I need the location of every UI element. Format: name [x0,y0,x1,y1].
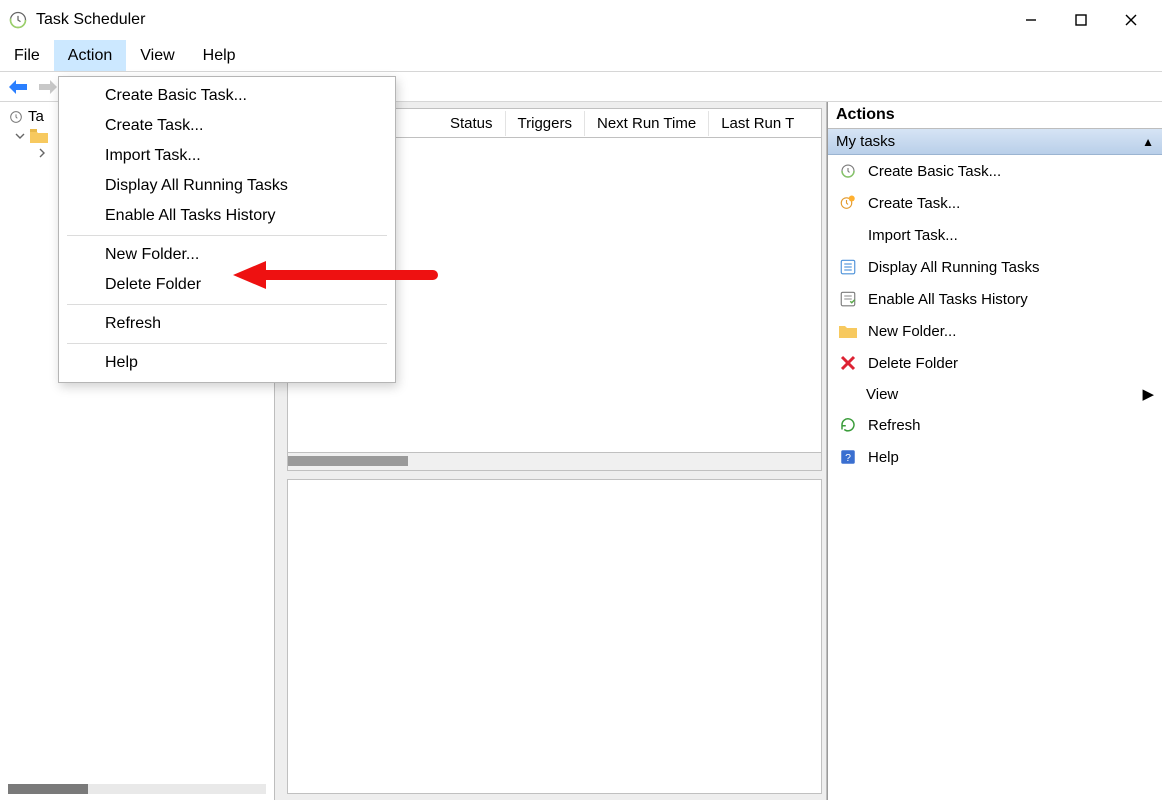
action-view-submenu[interactable]: View ▶ [828,379,1162,409]
list-icon [838,257,858,277]
menu-help[interactable]: Help [189,40,250,71]
menu-separator [67,304,387,305]
action-label: Create Task... [868,195,960,212]
menu-refresh[interactable]: Refresh [59,309,395,339]
close-button[interactable] [1108,4,1154,36]
col-triggers[interactable]: Triggers [506,111,585,136]
chevron-right-icon: ▶ [1142,385,1154,403]
folder-new-icon [838,321,858,341]
action-dropdown-menu: Create Basic Task... Create Task... Impo… [58,76,396,383]
actions-group-header[interactable]: My tasks ▲ [828,129,1162,155]
table-horizontal-scrollbar[interactable] [287,453,822,471]
list-check-icon [838,289,858,309]
action-label: Create Basic Task... [868,163,1001,180]
menu-help[interactable]: Help [59,348,395,378]
clock-plus-icon [838,193,858,213]
action-help[interactable]: ? Help [828,441,1162,473]
chevron-down-icon [14,130,26,142]
folder-icon [30,129,48,143]
menu-action[interactable]: Action [54,40,126,71]
app-clock-icon [8,10,28,30]
clock-icon [838,161,858,181]
actions-group-label: My tasks [836,133,895,150]
tree-root-label: Ta [28,108,44,125]
col-next-run[interactable]: Next Run Time [585,111,709,136]
chevron-right-icon [36,147,48,159]
toolbar-forward-button[interactable] [36,75,60,99]
action-refresh[interactable]: Refresh [828,409,1162,441]
minimize-button[interactable] [1008,4,1054,36]
help-icon: ? [838,447,858,467]
menu-enable-history[interactable]: Enable All Tasks History [59,201,395,231]
action-create-task[interactable]: Create Task... [828,187,1162,219]
blank-icon [838,225,858,245]
actions-panel: Actions My tasks ▲ Create Basic Task... … [827,102,1162,800]
menu-import-task[interactable]: Import Task... [59,141,395,171]
menu-view[interactable]: View [126,40,188,71]
action-label: Delete Folder [868,355,958,372]
menu-create-basic-task[interactable]: Create Basic Task... [59,81,395,111]
action-create-basic-task[interactable]: Create Basic Task... [828,155,1162,187]
tree-root-clock-icon [8,109,24,125]
menu-separator [67,343,387,344]
menu-bar: File Action View Help [0,40,1162,72]
action-label: Display All Running Tasks [868,259,1039,276]
delete-icon [838,353,858,373]
actions-pane-title: Actions [828,102,1162,129]
menu-separator [67,235,387,236]
action-delete-folder[interactable]: Delete Folder [828,347,1162,379]
menu-file[interactable]: File [0,40,54,71]
action-label: Enable All Tasks History [868,291,1028,308]
action-label: Refresh [868,417,921,434]
action-label: View [838,386,1132,403]
menu-create-task[interactable]: Create Task... [59,111,395,141]
action-label: Import Task... [868,227,958,244]
center-splitter[interactable] [287,471,822,479]
action-enable-history[interactable]: Enable All Tasks History [828,283,1162,315]
menu-display-running-tasks[interactable]: Display All Running Tasks [59,171,395,201]
action-new-folder[interactable]: New Folder... [828,315,1162,347]
action-label: Help [868,449,899,466]
refresh-icon [838,415,858,435]
maximize-button[interactable] [1058,4,1104,36]
action-label: New Folder... [868,323,956,340]
col-last-run[interactable]: Last Run T [709,111,806,136]
tree-horizontal-scrollbar[interactable] [8,784,266,794]
details-pane [287,479,822,795]
toolbar-back-button[interactable] [6,75,30,99]
action-import-task[interactable]: Import Task... [828,219,1162,251]
title-bar: Task Scheduler [0,0,1162,40]
window-title: Task Scheduler [36,11,145,29]
col-status[interactable]: Status [438,111,506,136]
action-display-running-tasks[interactable]: Display All Running Tasks [828,251,1162,283]
collapse-caret-icon: ▲ [1142,135,1154,149]
svg-text:?: ? [845,452,851,464]
annotation-arrow [228,255,438,299]
